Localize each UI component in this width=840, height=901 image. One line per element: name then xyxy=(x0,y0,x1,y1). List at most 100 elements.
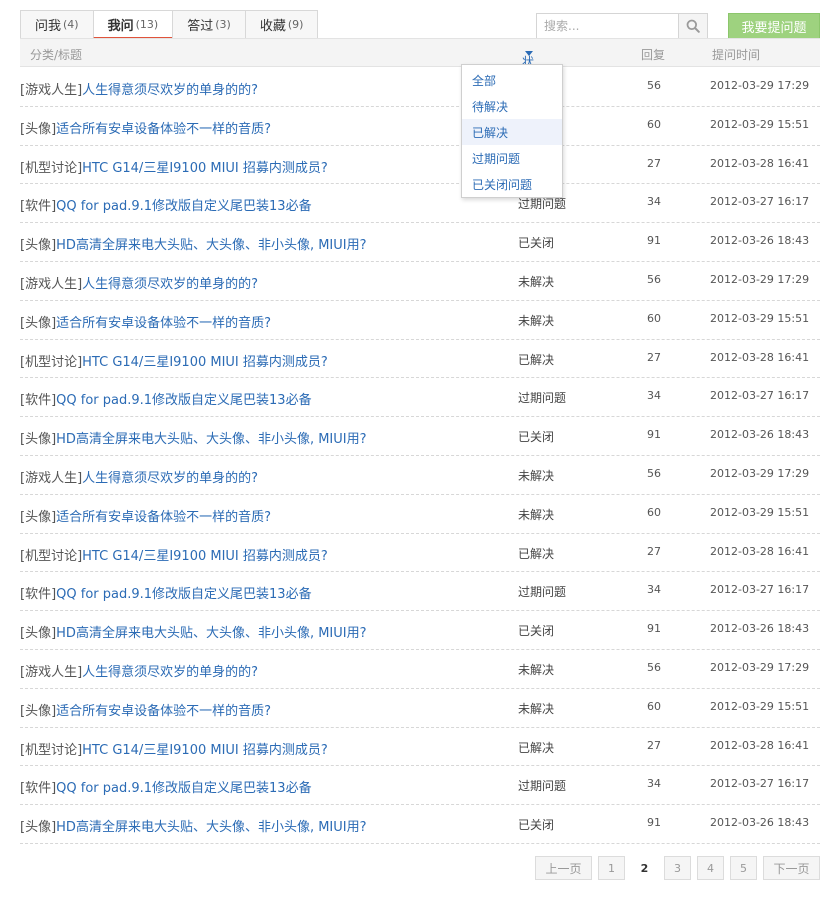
table-row: [软件]QQ for pad.9.1修改版自定义尾巴装13必备 过期问题 34 201… xyxy=(20,572,820,612)
search-icon xyxy=(686,19,700,33)
question-category[interactable]: [机型讨论] xyxy=(20,549,82,564)
question-category[interactable]: [游戏人生] xyxy=(20,83,82,98)
question-category[interactable]: [头像] xyxy=(20,122,56,137)
question-link[interactable]: HTC G14/三星I9100 MIUI 招募内测成员? xyxy=(82,549,328,564)
status-option-all[interactable]: 全部 xyxy=(462,67,562,93)
question-link[interactable]: 适合所有安卓设备体验不一样的音质? xyxy=(56,704,271,719)
search-box xyxy=(536,13,708,39)
page-button[interactable]: 5 xyxy=(730,856,757,880)
question-category[interactable]: [游戏人生] xyxy=(20,471,82,486)
question-link[interactable]: HD高清全屏来电大头贴、大头像、非小头像, MIUI用? xyxy=(56,820,366,835)
page-button[interactable]: 4 xyxy=(697,856,724,880)
question-category[interactable]: [头像] xyxy=(20,432,56,447)
question-title: [头像]HD高清全屏来电大头贴、大头像、非小头像, MIUI用? xyxy=(20,234,367,253)
question-time: 2012-03-28 16:41 xyxy=(710,156,810,170)
question-time: 2012-03-29 15:51 xyxy=(710,699,810,713)
page-button-current[interactable]: 2 xyxy=(631,856,658,880)
question-status: 已关闭 xyxy=(518,624,555,639)
question-title: [机型讨论]HTC G14/三星I9100 MIUI 招募内测成员? xyxy=(20,545,328,564)
question-link[interactable]: QQ for pad.9.1修改版自定义尾巴装13必备 xyxy=(56,199,311,214)
table-row: [游戏人生]人生得意须尽欢岁的单身的的?未解决562012-03-29 17:2… xyxy=(20,68,820,107)
question-link[interactable]: 人生得意须尽欢岁的单身的的? xyxy=(82,665,258,680)
question-category[interactable]: [头像] xyxy=(20,820,56,835)
question-link[interactable]: QQ for pad.9.1修改版自定义尾巴装13必备 xyxy=(56,587,311,602)
reply-count: 34 xyxy=(647,389,661,403)
status-option-closed[interactable]: 已关闭问题 xyxy=(462,171,562,197)
question-category[interactable]: [游戏人生] xyxy=(20,665,82,680)
reply-count: 27 xyxy=(647,350,661,364)
tab-favorites[interactable]: 收藏 (9) xyxy=(244,10,319,39)
question-category[interactable]: [头像] xyxy=(20,316,56,331)
table-row: [游戏人生]人生得意须尽欢岁的单身的的?未解决562012-03-29 17:2… xyxy=(20,650,820,689)
question-link[interactable]: HTC G14/三星I9100 MIUI 招募内测成员? xyxy=(82,743,328,758)
reply-count: 91 xyxy=(647,234,661,248)
tab-my-questions[interactable]: 我问 (13) xyxy=(92,10,173,39)
reply-count: 60 xyxy=(647,311,661,325)
page-button[interactable]: 3 xyxy=(664,856,691,880)
question-link[interactable]: 适合所有安卓设备体验不一样的音质? xyxy=(56,510,271,525)
question-link[interactable]: 人生得意须尽欢岁的单身的的? xyxy=(82,277,258,292)
question-category[interactable]: [软件] xyxy=(20,393,56,408)
question-list: [游戏人生]人生得意须尽欢岁的单身的的?未解决562012-03-29 17:2… xyxy=(20,68,820,844)
question-link[interactable]: QQ for pad.9.1修改版自定义尾巴装13必备 xyxy=(56,393,311,408)
table-row: [软件]QQ for pad.9.1修改版自定义尾巴装13必备 过期问题 34 201… xyxy=(20,184,820,224)
question-category[interactable]: [头像] xyxy=(20,626,56,641)
table-row: [机型讨论]HTC G14/三星I9100 MIUI 招募内测成员? 已解决 27 2… xyxy=(20,534,820,573)
question-time: 2012-03-27 16:17 xyxy=(710,777,810,791)
header-replies: 回复 xyxy=(641,48,666,62)
question-category[interactable]: [机型讨论] xyxy=(20,355,82,370)
question-link[interactable]: HTC G14/三星I9100 MIUI 招募内测成员? xyxy=(82,355,328,370)
page-button[interactable]: 1 xyxy=(598,856,625,880)
status-option-expired[interactable]: 过期问题 xyxy=(462,145,562,171)
question-link[interactable]: HD高清全屏来电大头贴、大头像、非小头像, MIUI用? xyxy=(56,238,366,253)
next-page-button[interactable]: 下一页 xyxy=(763,856,820,880)
question-time: 2012-03-29 17:29 xyxy=(710,272,810,286)
question-category[interactable]: [头像] xyxy=(20,238,56,253)
question-link[interactable]: 适合所有安卓设备体验不一样的音质? xyxy=(56,122,271,137)
question-link[interactable]: HTC G14/三星I9100 MIUI 招募内测成员? xyxy=(82,161,328,176)
question-time: 2012-03-29 15:51 xyxy=(710,505,810,519)
question-time: 2012-03-28 16:41 xyxy=(710,544,810,558)
tab-count: (13) xyxy=(135,17,159,31)
question-category[interactable]: [头像] xyxy=(20,704,56,719)
tab-label: 我问 xyxy=(107,18,134,34)
question-category[interactable]: [软件] xyxy=(20,587,56,602)
question-title: [软件]QQ for pad.9.1修改版自定义尾巴装13必备 xyxy=(20,777,312,796)
question-link[interactable]: QQ for pad.9.1修改版自定义尾巴装13必备 xyxy=(56,781,311,796)
question-category[interactable]: [软件] xyxy=(20,199,56,214)
status-option-pending[interactable]: 待解决 xyxy=(462,93,562,119)
question-link[interactable]: 人生得意须尽欢岁的单身的的? xyxy=(82,83,258,98)
question-category[interactable]: [软件] xyxy=(20,781,56,796)
question-time: 2012-03-27 16:17 xyxy=(710,583,810,597)
table-row: [头像]适合所有安卓设备体验不一样的音质?未解决602012-03-29 15:… xyxy=(20,107,820,146)
question-title: [游戏人生]人生得意须尽欢岁的单身的的? xyxy=(20,79,258,98)
question-time: 2012-03-26 18:43 xyxy=(710,234,810,248)
pagination: 上一页 1 2 3 4 5 下一页 xyxy=(535,856,820,880)
status-filter-toggle[interactable]: 状态 xyxy=(522,46,534,86)
table-row: [头像]HD高清全屏来电大头贴、大头像、非小头像, MIUI用? 已关闭 91 201… xyxy=(20,611,820,650)
question-category[interactable]: [机型讨论] xyxy=(20,743,82,758)
ask-question-button[interactable]: 我要提问题 xyxy=(728,13,820,39)
question-category[interactable]: [游戏人生] xyxy=(20,277,82,292)
prev-page-button[interactable]: 上一页 xyxy=(535,856,592,880)
status-option-resolved[interactable]: 已解决 xyxy=(462,119,562,145)
question-link[interactable]: HD高清全屏来电大头贴、大头像、非小头像, MIUI用? xyxy=(56,432,366,447)
question-category[interactable]: [头像] xyxy=(20,510,56,525)
question-status: 已解决 xyxy=(518,740,555,755)
reply-count: 34 xyxy=(647,195,661,209)
question-category[interactable]: [机型讨论] xyxy=(20,161,82,176)
reply-count: 60 xyxy=(647,699,661,713)
question-status: 过期问题 xyxy=(518,779,567,794)
question-tabs: 问我 (4) 我问 (13) 答过 (3) 收藏 (9) xyxy=(20,10,319,39)
search-button[interactable] xyxy=(678,14,707,38)
question-link[interactable]: HD高清全屏来电大头贴、大头像、非小头像, MIUI用? xyxy=(56,626,366,641)
tab-ask-me[interactable]: 问我 (4) xyxy=(20,10,93,39)
question-status: 已关闭 xyxy=(518,430,555,445)
search-input[interactable] xyxy=(537,14,678,38)
question-status: 未解决 xyxy=(518,468,555,483)
question-link[interactable]: 适合所有安卓设备体验不一样的音质? xyxy=(56,316,271,331)
tab-answered[interactable]: 答过 (3) xyxy=(172,10,245,39)
question-link[interactable]: 人生得意须尽欢岁的单身的的? xyxy=(82,471,258,486)
tab-label: 收藏 xyxy=(259,19,286,34)
question-time: 2012-03-27 16:17 xyxy=(710,195,810,209)
